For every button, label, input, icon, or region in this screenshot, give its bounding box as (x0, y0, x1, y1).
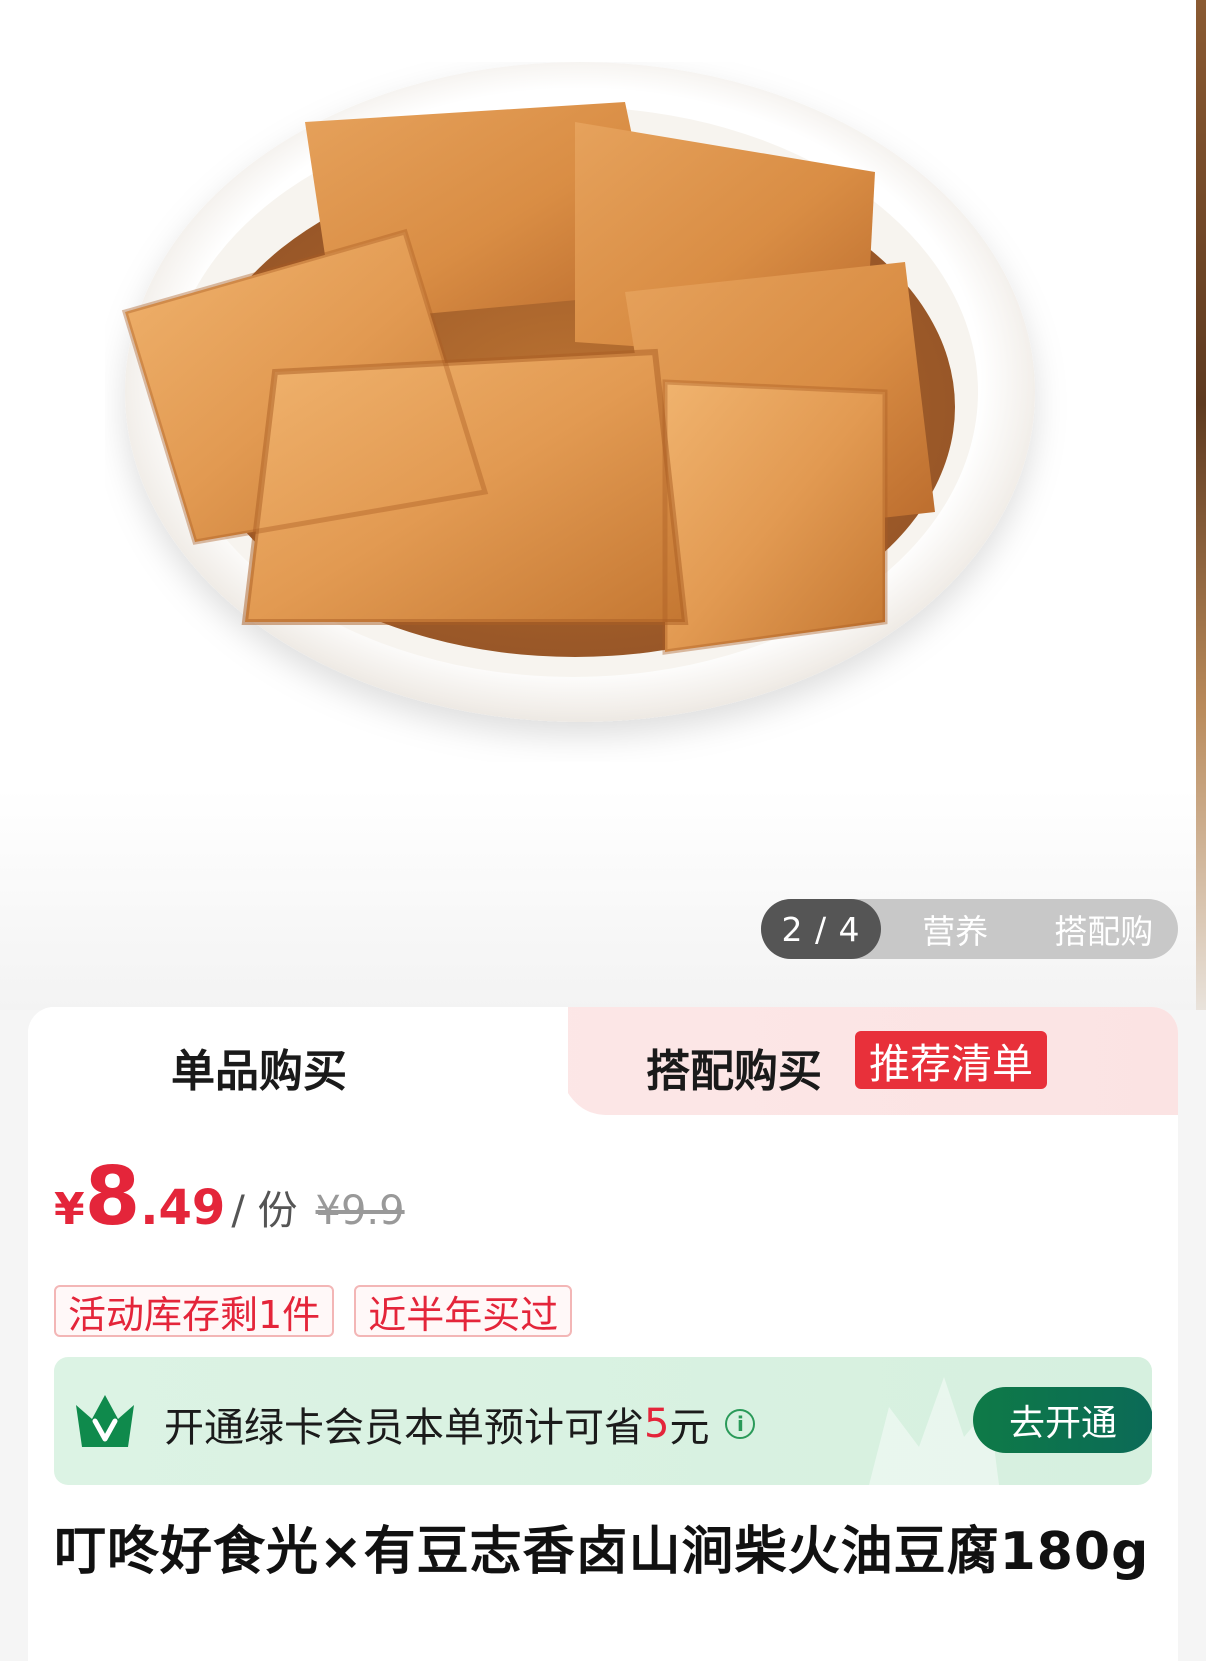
gallery-tab-nutrition[interactable]: 营养 (881, 905, 1030, 953)
next-image-peek (1196, 0, 1206, 1010)
gallery-pager[interactable]: 2 / 4 营养 搭配购 (761, 899, 1178, 959)
member-text-suffix: 元 (669, 1405, 710, 1451)
tab-single-purchase[interactable]: 单品购买 (171, 1035, 347, 1099)
price-integer: 8 (84, 1150, 141, 1243)
original-price: ¥9.9 (315, 1188, 405, 1234)
green-card-crown-icon (76, 1395, 134, 1447)
member-savings-text: 开通绿卡会员本单预计可省 5 元 i (164, 1395, 756, 1453)
currency-symbol: ¥ (54, 1184, 85, 1235)
open-membership-button[interactable]: 去开通 (973, 1387, 1152, 1453)
gallery-tab-combo[interactable]: 搭配购 (1030, 905, 1179, 953)
stock-tag: 活动库存剩1件 (54, 1285, 335, 1337)
purchased-before-tag: 近半年买过 (354, 1285, 573, 1337)
recommend-list-badge[interactable]: 推荐清单 (855, 1031, 1047, 1089)
info-icon[interactable]: i (725, 1409, 756, 1439)
purchase-tabbar: 单品购买 搭配购买 推荐清单 (28, 1007, 1178, 1115)
price-unit: / 份 (231, 1188, 298, 1234)
price-decimal: .49 (140, 1180, 226, 1236)
product-image-gallery[interactable]: 2 / 4 营养 搭配购 (0, 0, 1206, 1010)
product-detail-page: 2 / 4 营养 搭配购 单品购买 搭配购买 推荐清单 ¥ 8 .49 / 份 … (0, 0, 1206, 1661)
product-image (121, 62, 1035, 722)
tab-divider-curve (468, 1007, 608, 1115)
product-title: 叮咚好食光×有豆志香卤山涧柴火油豆腐180g (54, 1522, 1150, 1582)
member-promo-banner[interactable]: 开通绿卡会员本单预计可省 5 元 i 去开通 (54, 1357, 1152, 1485)
image-counter: 2 / 4 (761, 899, 881, 959)
product-tags: 活动库存剩1件 近半年买过 (54, 1285, 573, 1337)
purchase-card: 单品购买 搭配购买 推荐清单 ¥ 8 .49 / 份 ¥9.9 活动库存剩1件 … (28, 1007, 1178, 1661)
member-save-amount: 5 (644, 1401, 670, 1447)
tab-combo-purchase[interactable]: 搭配购买 (646, 1035, 822, 1099)
member-text-prefix: 开通绿卡会员本单预计可省 (164, 1405, 644, 1451)
price-row: ¥ 8 .49 / 份 ¥9.9 (54, 1157, 405, 1237)
